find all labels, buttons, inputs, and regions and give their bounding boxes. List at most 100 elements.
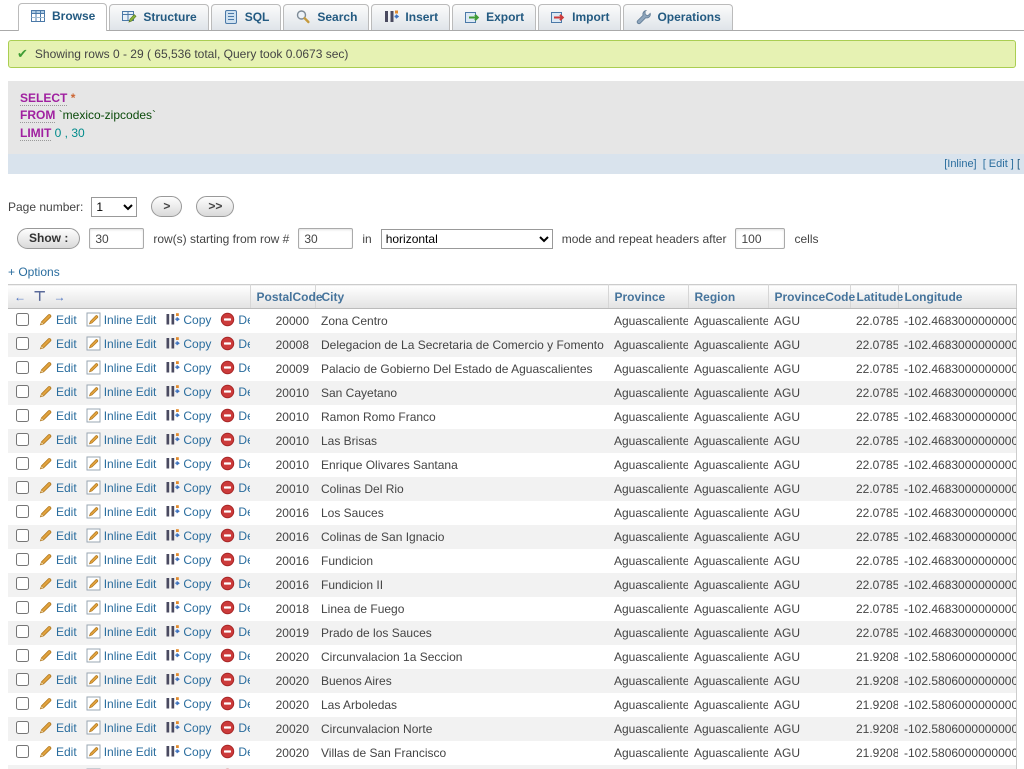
row-count-input[interactable]	[89, 228, 144, 249]
tab-export[interactable]: Export	[452, 4, 536, 30]
inline-edit-row-link[interactable]: Inline Edit	[86, 649, 157, 663]
inline-edit-row-link[interactable]: Inline Edit	[86, 553, 157, 567]
edit-row-link[interactable]: Edit	[38, 457, 77, 471]
inline-edit-row-link[interactable]: Inline Edit	[86, 673, 157, 687]
tab-search[interactable]: Search	[283, 4, 369, 30]
delete-row-link[interactable]: Delete	[220, 553, 250, 567]
mode-select[interactable]: horizontal	[381, 229, 553, 249]
copy-row-link[interactable]: Copy	[165, 433, 211, 447]
delete-row-link[interactable]: Delete	[220, 529, 250, 543]
edit-row-link[interactable]: Edit	[38, 313, 77, 327]
copy-row-link[interactable]: Copy	[165, 625, 211, 639]
row-checkbox[interactable]	[16, 601, 29, 614]
page-number-select[interactable]: 1	[91, 197, 137, 217]
right-arrow-icon[interactable]: →	[53, 290, 67, 304]
tab-insert[interactable]: Insert	[371, 4, 450, 30]
column-header-region[interactable]: Region	[688, 285, 768, 309]
edit-row-link[interactable]: Edit	[38, 577, 77, 591]
row-checkbox[interactable]	[16, 649, 29, 662]
inline-edit-row-link[interactable]: Inline Edit	[86, 433, 157, 447]
row-checkbox[interactable]	[16, 481, 29, 494]
row-checkbox[interactable]	[16, 625, 29, 638]
copy-row-link[interactable]: Copy	[165, 529, 211, 543]
show-button[interactable]: Show :	[17, 228, 80, 249]
copy-row-link[interactable]: Copy	[165, 553, 211, 567]
delete-row-link[interactable]: Delete	[220, 361, 250, 375]
delete-row-link[interactable]: Delete	[220, 697, 250, 711]
inline-edit-row-link[interactable]: Inline Edit	[86, 721, 157, 735]
edit-row-link[interactable]: Edit	[38, 529, 77, 543]
row-checkbox[interactable]	[16, 385, 29, 398]
copy-row-link[interactable]: Copy	[165, 385, 211, 399]
start-row-input[interactable]	[298, 228, 353, 249]
column-header-latitude[interactable]: Latitude	[850, 285, 898, 309]
edit-row-link[interactable]: Edit	[38, 433, 77, 447]
delete-row-link[interactable]: Delete	[220, 457, 250, 471]
delete-row-link[interactable]: Delete	[220, 625, 250, 639]
vertical-display-icon[interactable]: ⊤	[33, 288, 48, 304]
inline-edit-row-link[interactable]: Inline Edit	[86, 385, 157, 399]
delete-row-link[interactable]: Delete	[220, 433, 250, 447]
copy-row-link[interactable]: Copy	[165, 505, 211, 519]
display-direction-header[interactable]: ← ⊤ →	[8, 285, 250, 309]
row-checkbox[interactable]	[16, 673, 29, 686]
tab-browse[interactable]: Browse	[18, 3, 107, 31]
tab-operations[interactable]: Operations	[623, 4, 732, 30]
delete-row-link[interactable]: Delete	[220, 337, 250, 351]
edit-row-link[interactable]: Edit	[38, 361, 77, 375]
row-checkbox[interactable]	[16, 409, 29, 422]
tab-sql[interactable]: SQL	[211, 4, 282, 30]
edit-row-link[interactable]: Edit	[38, 625, 77, 639]
copy-row-link[interactable]: Copy	[165, 409, 211, 423]
copy-row-link[interactable]: Copy	[165, 313, 211, 327]
inline-edit-row-link[interactable]: Inline Edit	[86, 337, 157, 351]
copy-row-link[interactable]: Copy	[165, 337, 211, 351]
tab-structure[interactable]: Structure	[109, 4, 208, 30]
inline-edit-row-link[interactable]: Inline Edit	[86, 457, 157, 471]
inline-edit-row-link[interactable]: Inline Edit	[86, 529, 157, 543]
row-checkbox[interactable]	[16, 577, 29, 590]
column-header-provincecode[interactable]: ProvinceCode	[768, 285, 850, 309]
copy-row-link[interactable]: Copy	[165, 673, 211, 687]
edit-row-link[interactable]: Edit	[38, 385, 77, 399]
inline-edit-row-link[interactable]: Inline Edit	[86, 745, 157, 759]
column-header-longitude[interactable]: Longitude	[898, 285, 1016, 309]
copy-row-link[interactable]: Copy	[165, 361, 211, 375]
delete-row-link[interactable]: Delete	[220, 505, 250, 519]
next-page-button[interactable]: >	[151, 196, 182, 217]
repeat-cells-input[interactable]	[735, 228, 785, 249]
inline-edit-row-link[interactable]: Inline Edit	[86, 601, 157, 615]
column-header-city[interactable]: City	[315, 285, 608, 309]
tab-import[interactable]: Import	[538, 4, 621, 30]
left-arrow-icon[interactable]: ←	[14, 290, 28, 304]
edit-row-link[interactable]: Edit	[38, 481, 77, 495]
inline-edit-row-link[interactable]: Inline Edit	[86, 697, 157, 711]
delete-row-link[interactable]: Delete	[220, 649, 250, 663]
inline-edit-row-link[interactable]: Inline Edit	[86, 481, 157, 495]
delete-row-link[interactable]: Delete	[220, 577, 250, 591]
delete-row-link[interactable]: Delete	[220, 313, 250, 327]
copy-row-link[interactable]: Copy	[165, 481, 211, 495]
delete-row-link[interactable]: Delete	[220, 385, 250, 399]
inline-edit-row-link[interactable]: Inline Edit	[86, 409, 157, 423]
copy-row-link[interactable]: Copy	[165, 697, 211, 711]
row-checkbox[interactable]	[16, 697, 29, 710]
inline-edit-row-link[interactable]: Inline Edit	[86, 505, 157, 519]
copy-row-link[interactable]: Copy	[165, 457, 211, 471]
edit-row-link[interactable]: Edit	[38, 697, 77, 711]
row-checkbox[interactable]	[16, 433, 29, 446]
copy-row-link[interactable]: Copy	[165, 745, 211, 759]
inline-link[interactable]: [Inline]	[944, 158, 976, 170]
edit-row-link[interactable]: Edit	[38, 505, 77, 519]
copy-row-link[interactable]: Copy	[165, 721, 211, 735]
row-checkbox[interactable]	[16, 337, 29, 350]
copy-row-link[interactable]: Copy	[165, 601, 211, 615]
edit-row-link[interactable]: Edit	[38, 553, 77, 567]
row-checkbox[interactable]	[16, 361, 29, 374]
inline-edit-row-link[interactable]: Inline Edit	[86, 313, 157, 327]
row-checkbox[interactable]	[16, 505, 29, 518]
column-header-province[interactable]: Province	[608, 285, 688, 309]
edit-row-link[interactable]: Edit	[38, 673, 77, 687]
delete-row-link[interactable]: Delete	[220, 409, 250, 423]
column-header-postalcode[interactable]: PostalCode	[250, 285, 315, 309]
